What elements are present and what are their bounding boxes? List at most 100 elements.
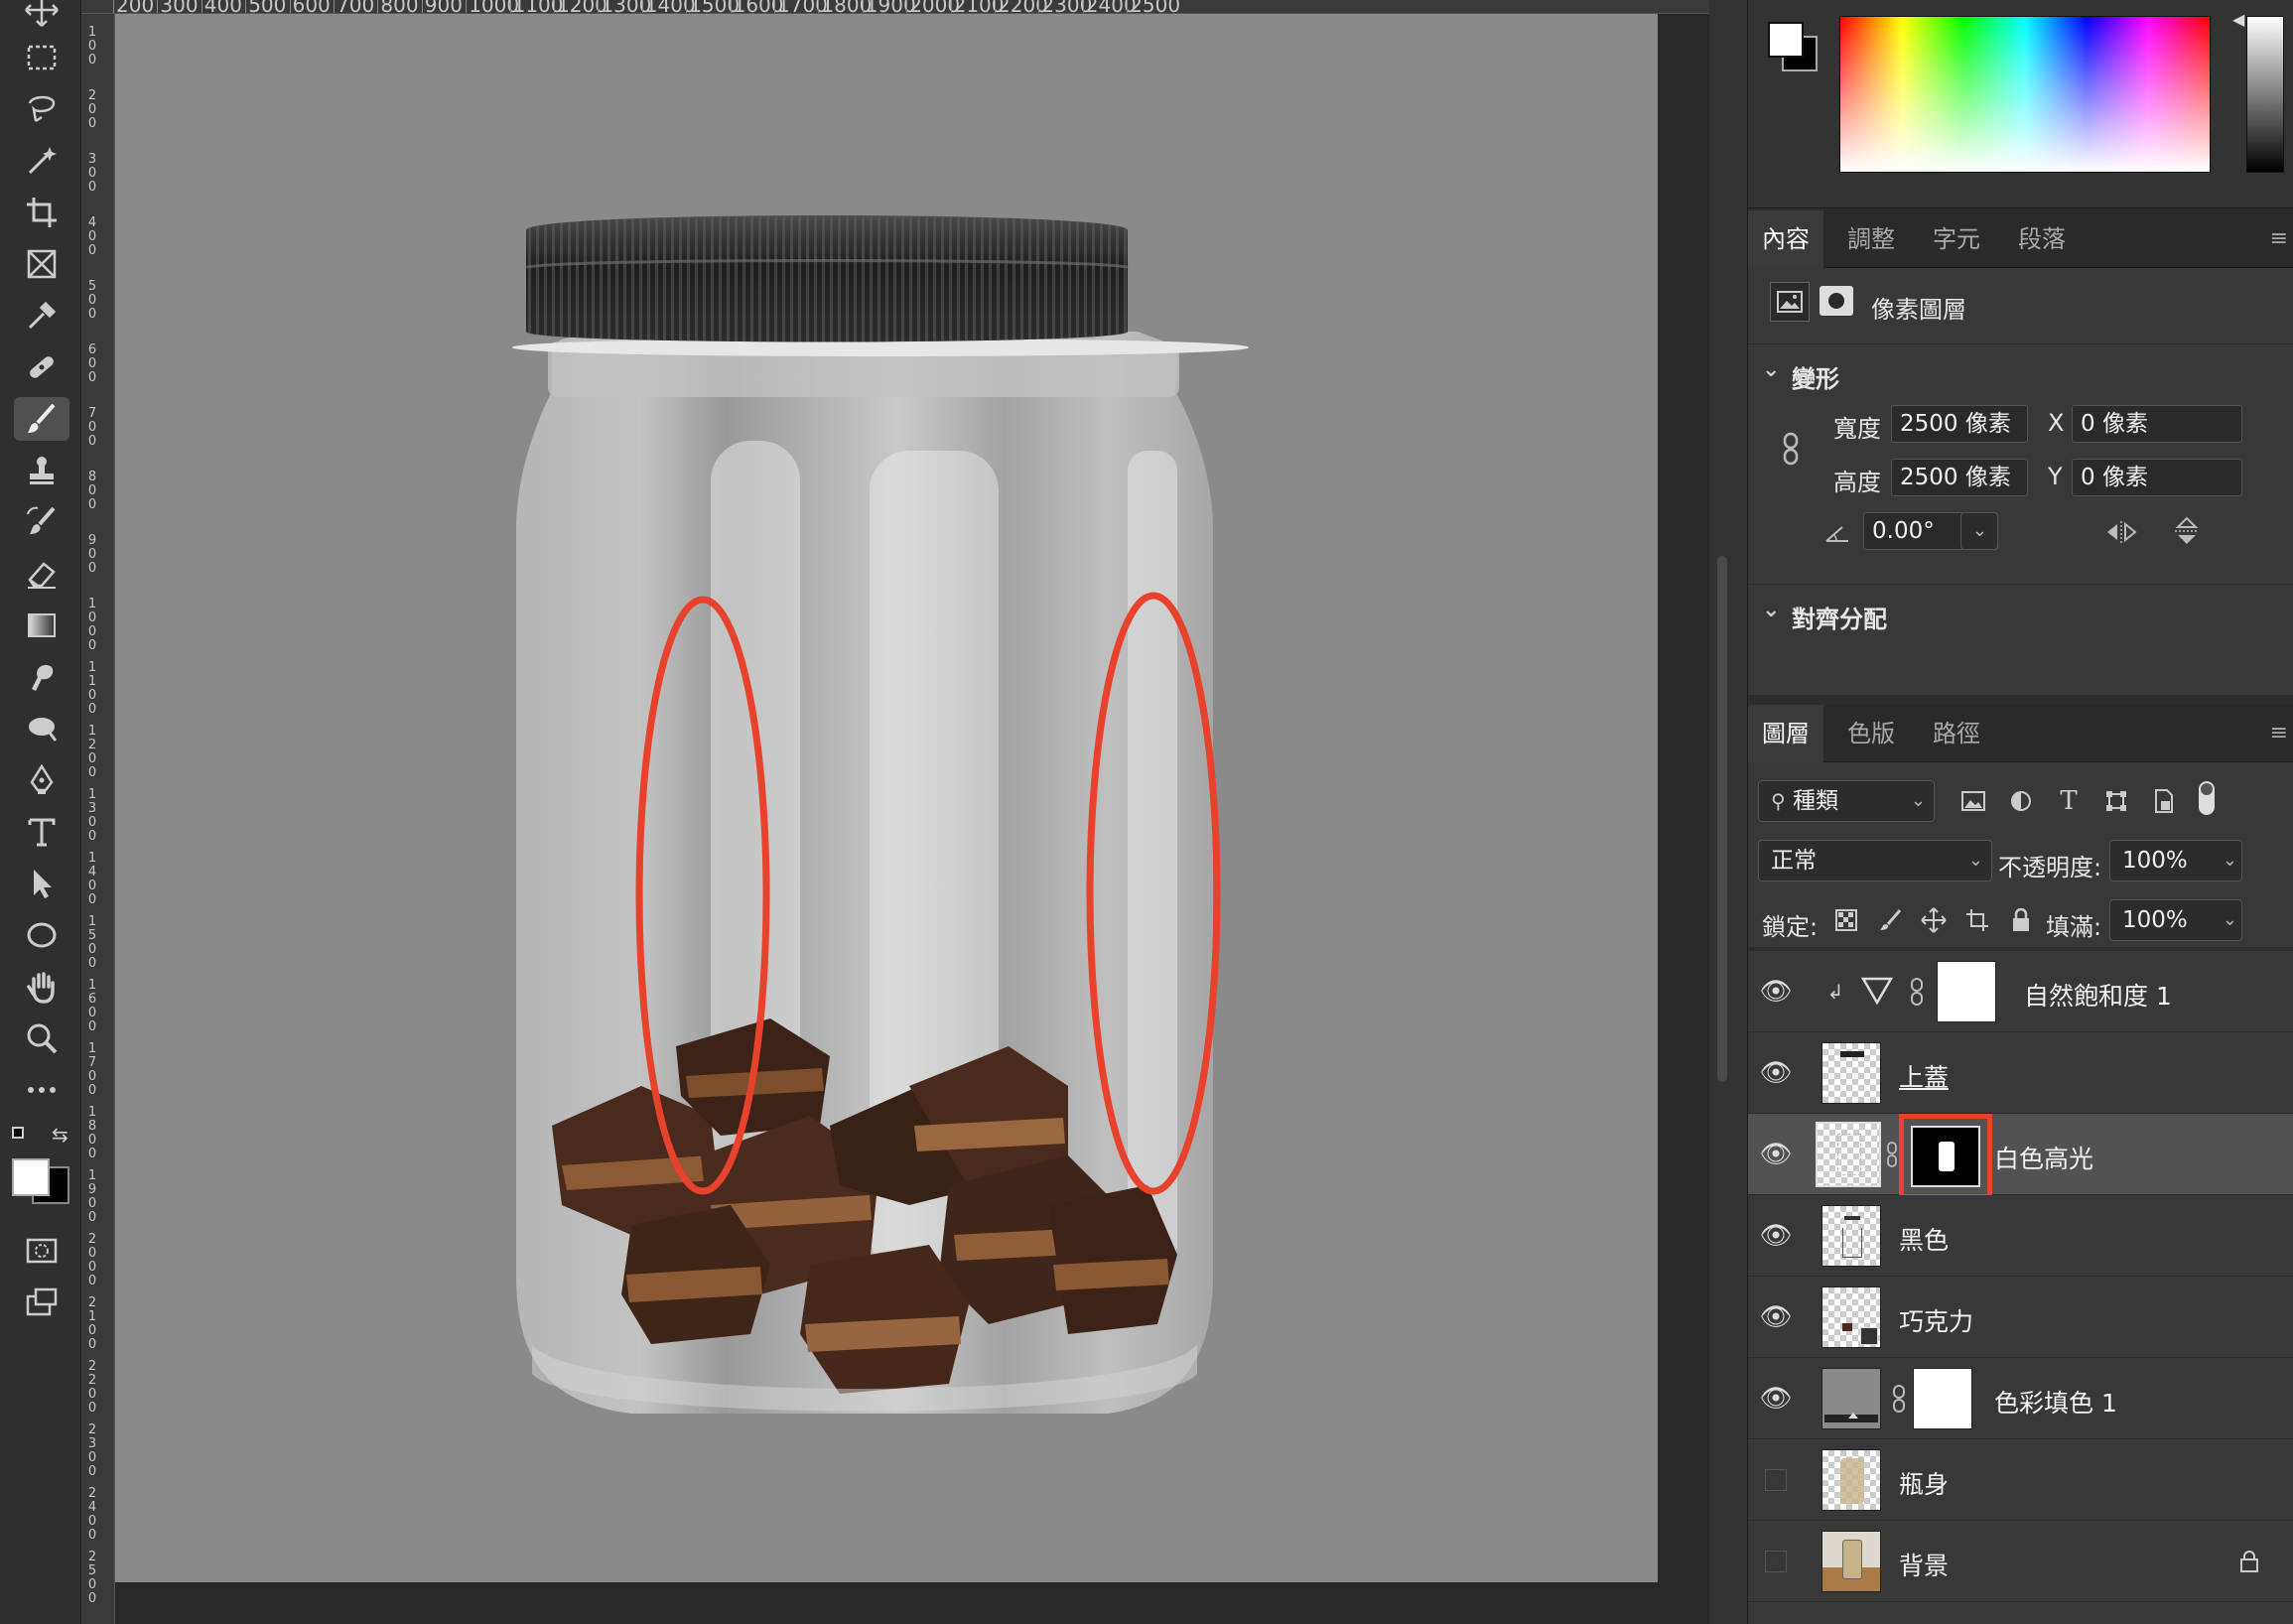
tab-paths[interactable]: 路徑 [1919,705,1994,762]
clone-stamp-tool-icon[interactable] [14,449,69,492]
layer-thumbnail[interactable] [1816,1122,1881,1187]
filter-pixel-icon[interactable] [1956,784,1990,818]
default-colors-icon[interactable] [12,1127,24,1139]
ellipse-tool-icon[interactable] [14,913,69,957]
frame-tool-icon[interactable] [14,242,69,286]
eye-icon[interactable]: 👁 [1758,1138,1794,1171]
tab-properties[interactable]: 內容 [1748,210,1823,268]
panel-menu-icon[interactable]: ≡ [2270,721,2288,745]
eye-icon[interactable]: 👁 [1758,1056,1794,1090]
path-select-tool-icon[interactable] [14,862,69,905]
link-icon[interactable] [1907,975,1927,1009]
layer-row[interactable]: 👁 黑色 [1748,1195,2293,1277]
zoom-tool-icon[interactable] [14,1016,69,1060]
eye-icon[interactable]: 👁 [1758,975,1794,1009]
color-spectrum[interactable] [1839,16,2211,173]
canvas-area[interactable] [115,14,1709,1624]
chevron-down-icon[interactable]: ⌄ [1762,598,1780,622]
layer-row[interactable]: 👁 ↲ 自然飽和度 1 [1748,951,2293,1032]
layer-thumbnail[interactable] [1821,1042,1881,1104]
panel-menu-icon[interactable]: ≡ [2270,226,2288,251]
link-icon[interactable] [1885,1138,1899,1171]
tab-paragraph[interactable]: 段落 [2004,210,2080,268]
link-icon[interactable] [1889,1382,1909,1416]
tab-adjustments[interactable]: 調整 [1833,210,1909,268]
dodge-tool-icon[interactable] [14,707,69,750]
type-tool-icon[interactable] [14,810,69,854]
filter-shape-icon[interactable] [2099,784,2133,818]
lock-position-icon[interactable] [1919,903,1949,937]
swap-colors-icon[interactable]: ⇆ [52,1123,68,1147]
flip-horizontal-icon[interactable] [2101,516,2141,548]
layer-mask-thumbnail[interactable] [1937,961,1996,1022]
layer-thumbnail[interactable] [1821,1205,1881,1267]
width-field[interactable]: 2500 像素 [1891,405,2028,443]
eraser-tool-icon[interactable] [14,552,69,596]
layer-row[interactable]: 👁 上蓋 [1748,1032,2293,1114]
brush-tool-icon[interactable] [14,397,69,441]
ruler-tick-label: 1100 [87,660,97,717]
mask-icon[interactable] [1820,286,1853,316]
fill-field[interactable]: 100% ⌄ [2109,899,2242,941]
layer-thumbnail[interactable] [1821,1286,1881,1348]
lasso-tool-icon[interactable] [14,87,69,131]
crop-tool-icon[interactable] [14,191,69,234]
filter-toggle[interactable] [2195,778,2219,818]
pen-tool-icon[interactable] [14,758,69,802]
magic-wand-tool-icon[interactable] [14,139,69,183]
ruler-tick-label: 300 [87,152,97,195]
eye-icon[interactable]: 👁 [1758,1382,1794,1416]
tab-layers[interactable]: 圖層 [1748,705,1823,762]
lightness-slider[interactable] [2246,16,2284,173]
document-canvas[interactable] [115,14,1658,1582]
layer-row-selected[interactable]: 👁 白色高光 [1748,1114,2293,1199]
screen-mode-icon[interactable] [14,1281,69,1324]
lock-artboard-icon[interactable] [1962,903,1992,937]
layer-row[interactable]: 瓶身 [1748,1439,2293,1521]
layer-mask-thumbnail[interactable] [1913,1368,1972,1429]
lock-pixels-icon[interactable] [1875,903,1905,937]
layer-row[interactable]: 👁 色彩填色 1 [1748,1358,2293,1439]
layer-thumbnail[interactable] [1821,1368,1881,1429]
layer-thumbnail[interactable] [1821,1531,1881,1592]
filter-type-icon[interactable]: T [2052,784,2086,818]
healing-brush-tool-icon[interactable] [14,345,69,389]
eye-icon[interactable]: 👁 [1758,1300,1794,1334]
filter-smart-object-icon[interactable] [2147,784,2181,818]
hand-tool-icon[interactable] [14,965,69,1009]
rect-marquee-tool-icon[interactable] [14,36,69,79]
gradient-tool-icon[interactable] [14,604,69,647]
x-field[interactable]: 0 像素 [2072,405,2242,443]
smudge-tool-icon[interactable] [14,655,69,699]
foreground-color-swatch[interactable] [12,1158,50,1196]
lock-all-icon[interactable] [2006,903,2036,937]
history-brush-tool-icon[interactable] [14,500,69,544]
layer-filter-dropdown[interactable]: ⚲ 種類 ⌄ [1758,780,1935,822]
angle-dropdown[interactable]: ⌄ [1960,512,1998,550]
lock-transparent-icon[interactable] [1831,903,1861,937]
flip-vertical-icon[interactable] [2169,514,2205,548]
eye-icon[interactable]: 👁 [1758,1219,1794,1253]
blend-mode-dropdown[interactable]: 正常 ⌄ [1758,840,1992,881]
height-field[interactable]: 2500 像素 [1891,459,2028,496]
layer-row[interactable]: 背景 [1748,1521,2293,1602]
more-tools-icon[interactable] [14,1068,69,1112]
layer-row[interactable]: 👁 巧克力 [1748,1277,2293,1358]
visibility-toggle[interactable] [1765,1551,1787,1572]
opacity-field[interactable]: 100% ⌄ [2109,840,2242,881]
tab-channels[interactable]: 色版 [1833,705,1909,762]
layer-thumbnail[interactable] [1821,1449,1881,1511]
ruler-tick-label: 1200 [87,724,97,780]
canvas-scrollbar[interactable] [1717,556,1727,1082]
layer-mask-thumbnail[interactable] [1911,1126,1980,1187]
link-icon[interactable] [1776,427,1806,471]
tab-character[interactable]: 字元 [1919,210,1994,268]
slider-handle-icon[interactable]: ◀ [2232,10,2244,29]
eyedropper-tool-icon[interactable] [14,294,69,338]
y-field[interactable]: 0 像素 [2072,459,2242,496]
filter-adjustment-icon[interactable] [2004,784,2038,818]
visibility-toggle[interactable] [1765,1469,1787,1491]
move-tool-icon[interactable] [14,0,69,32]
quick-mask-icon[interactable] [14,1229,69,1273]
chevron-down-icon[interactable]: ⌄ [1762,357,1780,382]
